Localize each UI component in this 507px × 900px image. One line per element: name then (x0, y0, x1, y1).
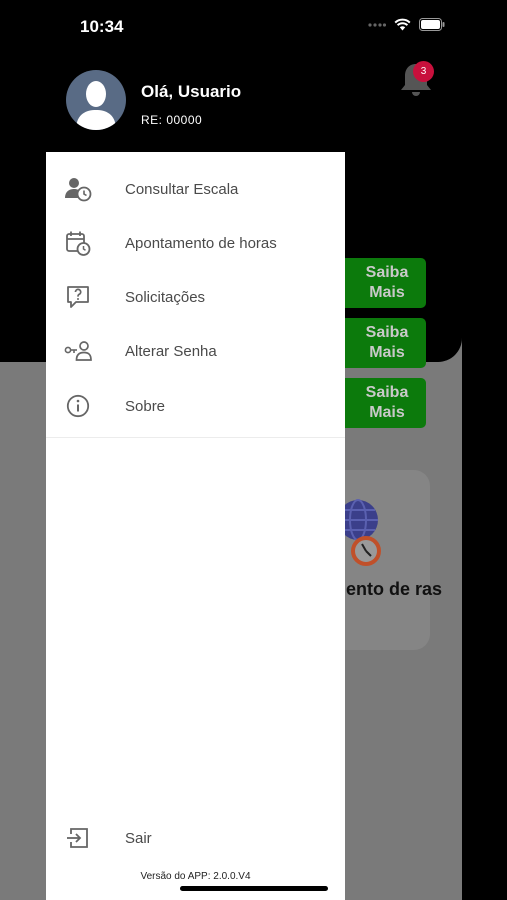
notification-badge: 3 (413, 61, 434, 82)
navigation-drawer: Consultar Escala Apontamento de horas So… (46, 152, 345, 900)
menu-label: Sobre (125, 397, 166, 415)
menu-item-sair[interactable]: Sair (46, 811, 345, 865)
user-key-icon (64, 337, 92, 365)
battery-icon (419, 18, 445, 31)
wifi-icon (394, 18, 411, 31)
status-time: 10:34 (80, 17, 124, 36)
user-clock-icon (64, 175, 92, 203)
user-greeting: Olá, Usuario (141, 82, 242, 101)
menu-label: Apontamento de horas (125, 234, 277, 252)
menu-item-consultar-escala[interactable]: Consultar Escala (46, 162, 345, 216)
menu-label: Sair (125, 829, 152, 847)
menu-label: Consultar Escala (125, 180, 239, 198)
menu-divider (46, 437, 345, 438)
calendar-clock-icon (64, 229, 92, 257)
app-version: Versão do APP: 2.0.0.V4 (140, 871, 251, 882)
user-silhouette-icon (76, 81, 116, 130)
info-icon (64, 392, 92, 420)
menu-item-apontamento-horas[interactable]: Apontamento de horas (46, 216, 345, 270)
menu-item-sobre[interactable]: Sobre (46, 379, 345, 433)
signal-icon (368, 22, 386, 27)
avatar (66, 70, 126, 130)
question-message-icon (64, 283, 92, 311)
menu-item-solicitacoes[interactable]: Solicitações (46, 270, 345, 324)
menu-item-alterar-senha[interactable]: Alterar Senha (46, 324, 345, 378)
menu-label: Solicitações (125, 288, 206, 306)
logout-icon (64, 824, 92, 852)
home-indicator[interactable] (180, 886, 328, 891)
user-re: RE: 00000 (141, 113, 203, 127)
card-title: mento de ras (330, 579, 443, 599)
menu-label: Alterar Senha (125, 342, 217, 360)
status-icons (368, 18, 445, 31)
